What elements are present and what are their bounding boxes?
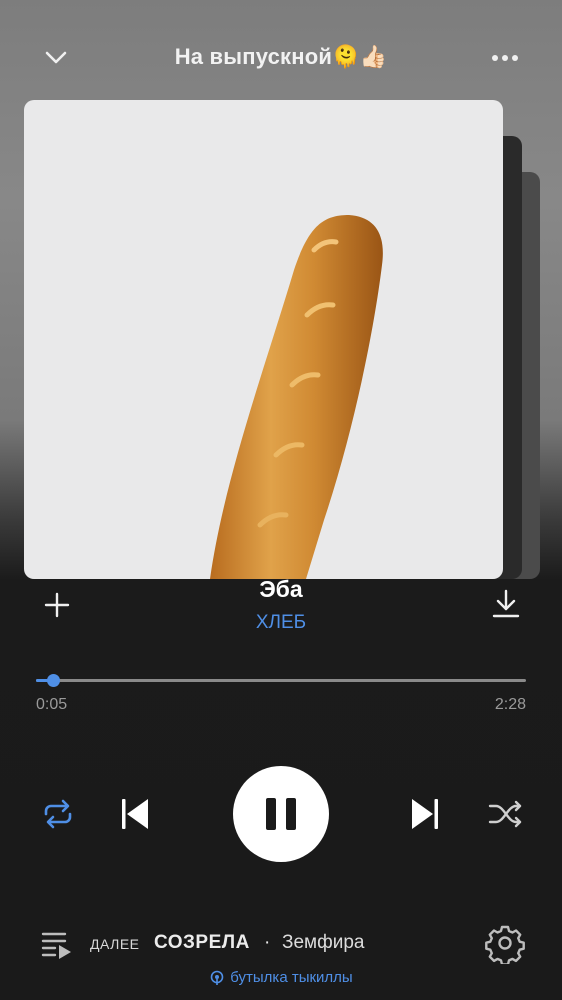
- album-cover: [24, 100, 503, 579]
- download-icon: [492, 589, 520, 618]
- pause-icon: [266, 798, 296, 830]
- playback-source[interactable]: бутылка тыкиллы: [0, 969, 562, 986]
- skip-previous-icon: [122, 799, 148, 829]
- up-next-artist[interactable]: Земфира: [282, 932, 365, 954]
- repeat-icon: [44, 799, 72, 829]
- gear-icon: [485, 925, 525, 964]
- up-next-separator: ·: [264, 932, 271, 953]
- baguette-cover-art: [210, 215, 383, 579]
- broadcast-icon: [210, 970, 224, 985]
- playlist-title: На выпускной🫠👍🏻: [174, 44, 388, 69]
- previous-track-button[interactable]: [114, 794, 154, 834]
- elapsed-time: 0:05: [36, 696, 68, 713]
- queue-icon: [41, 932, 71, 959]
- repeat-button[interactable]: [38, 794, 78, 834]
- settings-button[interactable]: [484, 922, 526, 964]
- skip-next-icon: [412, 799, 438, 829]
- progress-handle[interactable]: [47, 674, 60, 687]
- source-label: бутылка тыкиллы: [230, 969, 353, 986]
- more-dots-icon: [492, 55, 518, 61]
- progress-track[interactable]: [36, 679, 526, 682]
- shuffle-button[interactable]: [486, 794, 526, 834]
- shuffle-icon: [488, 800, 522, 828]
- more-button[interactable]: [488, 46, 522, 70]
- up-next-label: ДАЛЕЕ: [90, 936, 140, 952]
- next-track-button[interactable]: [406, 794, 446, 834]
- up-next-song[interactable]: СОЗРЕЛА: [154, 932, 250, 954]
- total-duration: 2:28: [494, 696, 526, 713]
- track-title: Эба: [259, 576, 303, 602]
- download-button[interactable]: [490, 588, 522, 620]
- track-artist-link[interactable]: ХЛЕБ: [0, 612, 562, 634]
- pause-button[interactable]: [233, 766, 329, 862]
- queue-button[interactable]: [40, 928, 74, 960]
